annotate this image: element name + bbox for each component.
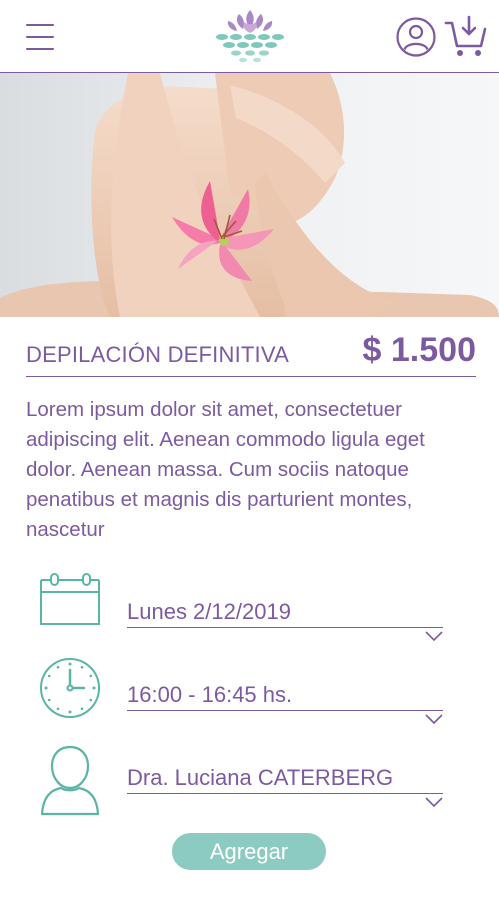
- chevron-down-icon: [425, 631, 443, 641]
- add-button[interactable]: Agregar: [172, 833, 326, 870]
- date-value: Lunes 2/12/2019: [127, 599, 291, 624]
- product-header: DEPILACIÓN DEFINITIVA $ 1.500: [26, 330, 476, 377]
- calendar-icon: [40, 573, 100, 625]
- cart-add-icon[interactable]: [444, 15, 488, 59]
- hamburger-menu-icon[interactable]: [26, 24, 54, 50]
- product-price: $ 1.500: [362, 331, 476, 369]
- professional-value: Dra. Luciana CATERBERG: [127, 765, 394, 790]
- hero-image: [0, 73, 499, 317]
- time-value: 16:00 - 16:45 hs.: [127, 682, 293, 707]
- chevron-down-icon: [425, 797, 443, 807]
- lotus-logo-icon[interactable]: [212, 8, 288, 64]
- app-header: [0, 0, 499, 73]
- professional-icon: [40, 745, 100, 816]
- product-title: DEPILACIÓN DEFINITIVA: [26, 342, 289, 367]
- product-description: Lorem ipsum dolor sit amet, consectetuer…: [26, 398, 425, 541]
- professional-select[interactable]: Dra. Luciana CATERBERG: [127, 763, 443, 807]
- chevron-down-icon: [425, 714, 443, 724]
- clock-icon: [40, 658, 100, 718]
- date-select[interactable]: Lunes 2/12/2019: [127, 597, 443, 641]
- time-select[interactable]: 16:00 - 16:45 hs.: [127, 680, 443, 724]
- user-account-icon[interactable]: [396, 17, 436, 57]
